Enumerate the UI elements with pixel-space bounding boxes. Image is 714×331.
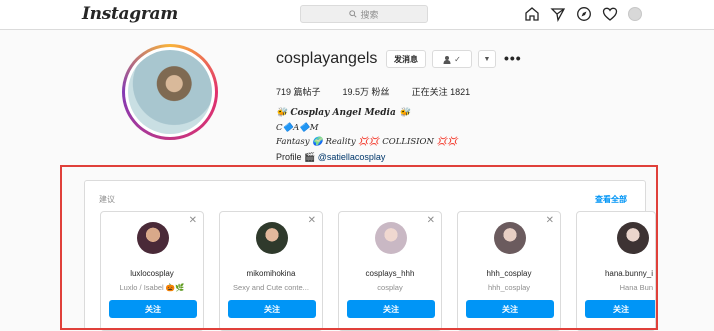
bio-line-1: 🐝 𝑪𝒐𝒔𝒑𝒍𝒂𝒚 𝑨𝒏𝒈𝒆𝒍 𝑴𝒆𝒅𝒊𝒂 🐝: [276, 108, 411, 118]
suggestions-dropdown-button[interactable]: ▼: [478, 50, 496, 68]
check-glyph: ✓: [454, 54, 461, 64]
profile-username: cosplayangels: [276, 50, 378, 67]
search-placeholder: 搜索: [360, 9, 379, 20]
search-input[interactable]: 搜索: [300, 5, 428, 23]
instagram-logo[interactable]: Instagram: [82, 4, 178, 24]
explore-compass-icon[interactable]: [576, 6, 592, 22]
followers-count[interactable]: 19.5万 粉丝: [343, 85, 390, 98]
more-options-icon[interactable]: •••: [504, 50, 522, 66]
activity-heart-icon[interactable]: [602, 6, 618, 22]
nav-icons: [524, 6, 642, 22]
bio-mention-link[interactable]: @satiellacosplay: [318, 152, 386, 162]
profile-bio: 🐝 𝑪𝒐𝒔𝒑𝒍𝒂𝒚 𝑨𝒏𝒈𝒆𝒍 𝑴𝒆𝒅𝒊𝒂 🐝 C🔷A🔷M Fantasy 🌍 …: [276, 106, 458, 164]
direct-message-icon[interactable]: [550, 6, 566, 22]
bio-line-2: C🔷A🔷M: [276, 122, 319, 133]
profile-avatar-icon[interactable]: [628, 7, 642, 21]
message-button[interactable]: 发消息: [386, 50, 426, 68]
following-button[interactable]: ✓: [432, 50, 472, 68]
home-icon[interactable]: [524, 6, 540, 22]
profile-picture[interactable]: [128, 50, 212, 134]
profile-picture-ring: [122, 44, 218, 140]
person-check-icon: [443, 55, 451, 64]
bio-line-3: Fantasy 🌍 Reality 💢💢 COLLISION 💢💢: [276, 137, 458, 147]
following-count[interactable]: 正在关注 1821: [412, 85, 471, 98]
search-icon: [349, 10, 358, 18]
highlight-annotation-box: [60, 165, 658, 330]
top-nav-bar: Instagram 搜索: [0, 0, 714, 30]
chevron-down-icon: ▼: [483, 55, 491, 63]
bio-line-4: Profile 🎬 @satiellacosplay: [276, 151, 386, 162]
profile-stats: 719 篇帖子 19.5万 粉丝 正在关注 1821: [276, 85, 470, 98]
posts-count[interactable]: 719 篇帖子: [276, 85, 321, 98]
